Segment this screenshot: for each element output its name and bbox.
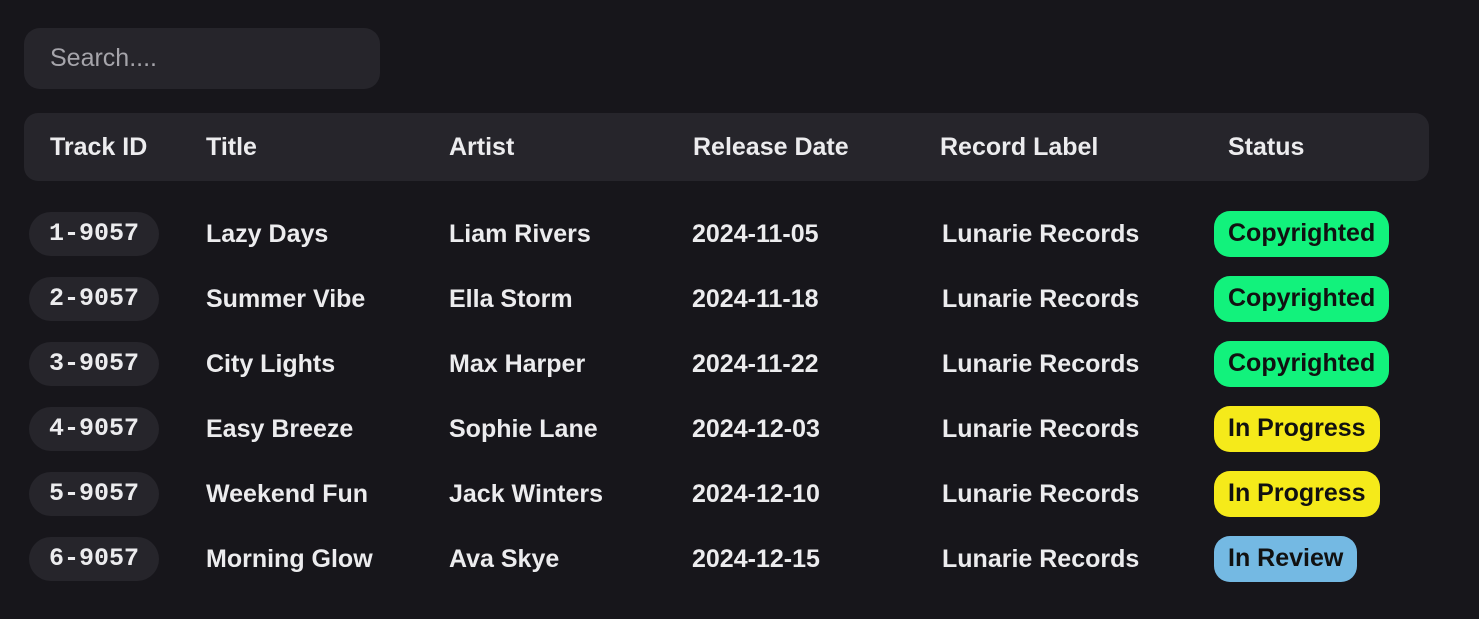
track-artist: Liam Rivers — [449, 220, 591, 248]
column-header-release-date[interactable]: Release Date — [693, 113, 849, 181]
track-id-badge: 1-9057 — [29, 212, 159, 256]
track-record-label: Lunarie Records — [942, 480, 1140, 508]
search-input[interactable] — [24, 28, 380, 89]
status-badge: In Progress — [1214, 406, 1380, 452]
column-header-artist[interactable]: Artist — [449, 113, 514, 181]
status-badge: In Progress — [1214, 471, 1380, 517]
table-row[interactable]: 5-9057 Weekend Fun Jack Winters 2024-12-10 L… — [0, 469, 1479, 519]
table-header: Track ID Title Artist Release Date Recor… — [24, 113, 1429, 181]
status-badge: In Review — [1214, 536, 1358, 582]
track-release-date: 2024-12-10 — [692, 480, 820, 508]
track-id-badge: 3-9057 — [29, 342, 159, 386]
track-record-label: Lunarie Records — [942, 285, 1140, 313]
table-row[interactable]: 2-9057 Summer Vibe Ella Storm 2024-11-18 Lun… — [0, 274, 1479, 324]
track-title: Weekend Fun — [206, 480, 369, 508]
table-row[interactable]: 6-9057 Morning Glow Ava Skye 2024-12-15 Luna… — [0, 534, 1479, 584]
track-title: Morning Glow — [206, 545, 373, 573]
column-header-status[interactable]: Status — [1228, 113, 1304, 181]
track-release-date: 2024-11-05 — [692, 220, 819, 248]
column-header-title[interactable]: Title — [206, 113, 257, 181]
track-id-badge: 2-9057 — [29, 277, 159, 321]
track-artist: Jack Winters — [449, 480, 604, 508]
track-record-label: Lunarie Records — [942, 220, 1140, 248]
track-release-date: 2024-12-03 — [692, 415, 820, 443]
column-header-track-id[interactable]: Track ID — [50, 113, 147, 181]
status-badge: Copyrighted — [1214, 341, 1390, 387]
track-id-badge: 6-9057 — [29, 537, 159, 581]
status-badge: Copyrighted — [1214, 276, 1390, 322]
track-artist: Ava Skye — [449, 545, 560, 573]
track-title: Easy Breeze — [206, 415, 354, 443]
track-title: Summer Vibe — [206, 285, 366, 313]
status-badge: Copyrighted — [1214, 211, 1390, 257]
track-artist: Sophie Lane — [449, 415, 598, 443]
track-artist: Max Harper — [449, 350, 586, 378]
track-release-date: 2024-11-22 — [692, 350, 819, 378]
track-id-badge: 4-9057 — [29, 407, 159, 451]
track-record-label: Lunarie Records — [942, 545, 1140, 573]
track-record-label: Lunarie Records — [942, 350, 1140, 378]
table-row[interactable]: 4-9057 Easy Breeze Sophie Lane 2024-12-03 Lu… — [0, 404, 1479, 454]
track-release-date: 2024-12-15 — [692, 545, 820, 573]
track-title: City Lights — [206, 350, 336, 378]
track-artist: Ella Storm — [449, 285, 573, 313]
track-title: Lazy Days — [206, 220, 329, 248]
track-release-date: 2024-11-18 — [692, 285, 819, 313]
track-id-badge: 5-9057 — [29, 472, 159, 516]
table-row[interactable]: 3-9057 City Lights Max Harper 2024-11-22 Lun… — [0, 339, 1479, 389]
column-header-record-label[interactable]: Record Label — [940, 113, 1098, 181]
track-record-label: Lunarie Records — [942, 415, 1140, 443]
table-row[interactable]: 1-9057 Lazy Days Liam Rivers 2024-11-05 Luna… — [0, 209, 1479, 259]
